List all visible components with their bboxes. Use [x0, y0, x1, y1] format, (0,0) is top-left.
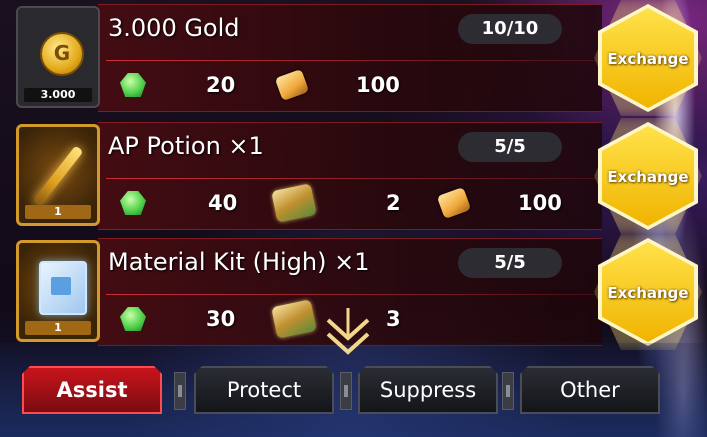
tab-other[interactable]: Other: [520, 366, 660, 414]
chevron-down-icon[interactable]: [324, 308, 372, 358]
row-divider: [106, 60, 596, 61]
ap-potion-icon: [32, 145, 84, 207]
material-kit-icon: [39, 261, 87, 315]
exchange-button[interactable]: Exchange: [594, 234, 702, 350]
shop-item-row: G 3.000 3.000 Gold 10/10 20 100 Exchange: [12, 0, 702, 116]
row-divider: [106, 178, 596, 179]
cost-amount-wrap: 40: [208, 186, 237, 220]
tab-protect[interactable]: Protect: [194, 366, 334, 414]
exchange-limit-badge: 5/5: [458, 248, 562, 278]
item-title: AP Potion ×1: [108, 132, 264, 160]
item-icon-count: 1: [25, 321, 91, 335]
green-gem-icon: [120, 191, 146, 215]
cost-entry: [271, 183, 317, 223]
tab-separator: [502, 372, 514, 410]
gold-chip-icon: [274, 68, 310, 102]
cost-amount: 100: [356, 73, 400, 97]
exchange-button-label: Exchange: [607, 284, 689, 302]
green-gem-icon: [120, 73, 146, 97]
cost-amount-wrap: 20: [206, 68, 235, 102]
exchange-limit-badge: 10/10: [458, 14, 562, 44]
gold-coin-icon: G: [40, 32, 84, 76]
cost-amount-wrap: 100: [518, 186, 562, 220]
cost-amount: 3: [386, 307, 401, 331]
item-icon-frame[interactable]: 1: [16, 240, 100, 342]
shop-screen: G 3.000 3.000 Gold 10/10 20 100 Exchange: [0, 0, 707, 437]
item-title: 3.000 Gold: [108, 14, 240, 42]
cost-amount-wrap: 3: [386, 302, 401, 336]
shop-item-row: 1 AP Potion ×1 5/5 40 2 100 Exchange: [12, 118, 702, 234]
exchange-button[interactable]: Exchange: [594, 118, 702, 234]
supply-crate-icon: [271, 299, 317, 339]
tab-assist[interactable]: Assist: [22, 366, 162, 414]
gold-chip-icon: [436, 186, 472, 220]
cost-amount: 100: [518, 191, 562, 215]
cost-entry: [436, 186, 472, 220]
tab-separator: [174, 372, 186, 410]
cost-entry: [271, 299, 317, 339]
exchange-button-label: Exchange: [607, 168, 689, 186]
cost-amount-wrap: 30: [206, 302, 235, 336]
exchange-limit-badge: 5/5: [458, 132, 562, 162]
item-icon-count: 3.000: [24, 88, 92, 102]
cost-entry: [120, 186, 146, 220]
cost-amount: 2: [386, 191, 401, 215]
cost-amount-wrap: 2: [386, 186, 401, 220]
shop-item-row: 1 Material Kit (High) ×1 5/5 30 3 Exchan…: [12, 234, 702, 350]
item-icon-frame[interactable]: G 3.000: [16, 6, 100, 108]
supply-crate-icon: [271, 183, 317, 223]
cost-entry: [120, 302, 146, 336]
cost-entry: [274, 68, 310, 102]
cost-amount: 30: [206, 307, 236, 331]
row-divider: [106, 294, 596, 295]
cost-entry: [120, 68, 146, 102]
item-icon-frame[interactable]: 1: [16, 124, 100, 226]
tab-suppress[interactable]: Suppress: [358, 366, 498, 414]
tab-separator: [340, 372, 352, 410]
exchange-button-label: Exchange: [607, 50, 689, 68]
cost-amount-wrap: 100: [356, 68, 400, 102]
exchange-button[interactable]: Exchange: [594, 0, 702, 116]
item-title: Material Kit (High) ×1: [108, 248, 370, 276]
cost-amount: 40: [208, 191, 238, 215]
green-gem-icon: [120, 307, 146, 331]
item-icon-count: 1: [25, 205, 91, 219]
cost-amount: 20: [206, 73, 236, 97]
